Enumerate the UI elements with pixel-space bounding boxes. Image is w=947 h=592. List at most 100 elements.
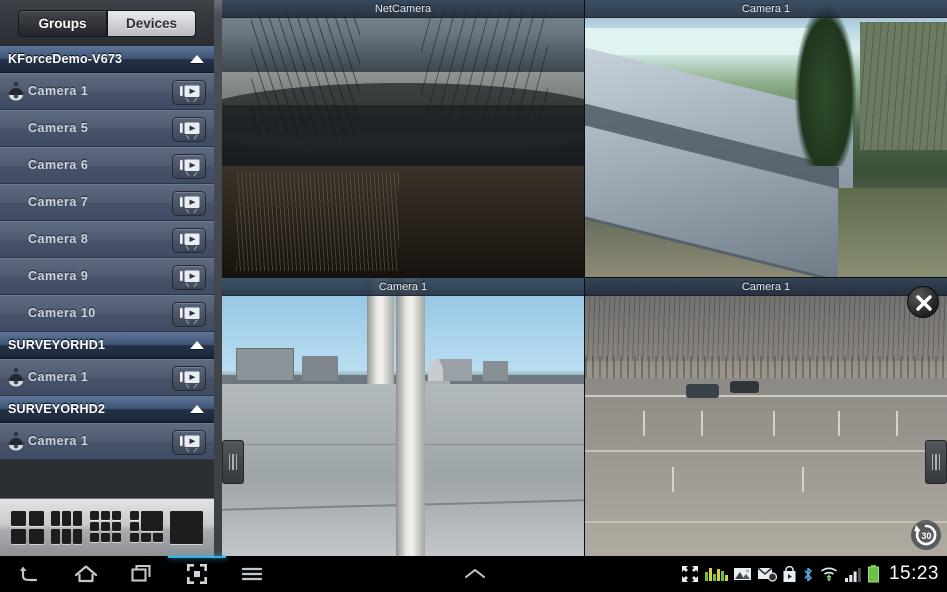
camera-play-button[interactable]: [172, 117, 206, 142]
layout-cell: [61, 511, 71, 526]
nav-menu-button[interactable]: [226, 556, 278, 592]
fullscreen-icon[interactable]: [680, 564, 700, 584]
screenshot-icon: [187, 564, 207, 584]
rewind-timer-badge[interactable]: 30: [911, 520, 941, 550]
layout-cell: [90, 522, 100, 531]
camera-play-button[interactable]: [172, 154, 206, 179]
camera-name-label: Camera 10: [28, 306, 96, 320]
layout-cell: [61, 529, 71, 544]
layout-cell: [90, 533, 100, 542]
layout-cell: [11, 511, 27, 526]
pane-title-2: Camera 1: [585, 0, 947, 18]
tab-groups[interactable]: Groups: [18, 9, 107, 37]
sidebar-tabbar: Groups Devices: [0, 0, 214, 46]
camera-list-item[interactable]: Camera 5: [0, 110, 214, 147]
camera-play-button[interactable]: [172, 430, 206, 455]
camera-play-button[interactable]: [172, 265, 206, 290]
camcorder-play-icon: [180, 159, 200, 177]
dome-camera-icon: [9, 368, 23, 387]
layout-cell: [169, 511, 203, 544]
camera-name-label: Camera 9: [28, 269, 89, 283]
camera-play-button[interactable]: [172, 80, 206, 105]
cellular-signal-icon[interactable]: [844, 566, 862, 583]
group-title: SURVEYORHD2: [8, 402, 106, 416]
equalizer-icon[interactable]: [704, 567, 728, 581]
status-icons-area[interactable]: 15:23: [680, 556, 943, 592]
video-pane-4[interactable]: Camera 1 30: [585, 278, 947, 556]
layout-cell: [112, 533, 122, 542]
group-header-1[interactable]: SURVEYORHD1: [0, 332, 214, 359]
wifi-icon[interactable]: [819, 565, 839, 583]
nav-back-button[interactable]: [4, 556, 56, 592]
video-pane-3[interactable]: Camera 1: [222, 278, 584, 556]
rewind-30-icon: 30: [914, 524, 937, 546]
collapse-caret-icon[interactable]: [190, 405, 204, 413]
layout-2x2-button[interactable]: [11, 511, 45, 544]
camera-name-label: Camera 1: [28, 370, 89, 384]
camcorder-play-icon: [180, 196, 200, 214]
layout-cell: [50, 511, 60, 526]
camera-list-item[interactable]: Camera 1: [0, 73, 214, 110]
layout-cell: [101, 511, 111, 520]
battery-icon[interactable]: [867, 564, 880, 584]
nav-screenshot-button[interactable]: [171, 556, 223, 592]
camera-list-item[interactable]: Camera 9: [0, 258, 214, 295]
camera-play-button[interactable]: [172, 366, 206, 391]
bluetooth-icon[interactable]: [802, 565, 814, 584]
layout-cell: [130, 511, 140, 520]
group-header-0[interactable]: KForceDemo-V673: [0, 46, 214, 73]
layout-cell: [112, 522, 122, 531]
layout-single-button[interactable]: [169, 511, 203, 544]
camcorder-play-icon: [180, 270, 200, 288]
layout-1plus5-button[interactable]: [130, 511, 164, 544]
pane-title-1: NetCamera: [222, 0, 584, 18]
camera-play-button[interactable]: [172, 302, 206, 327]
video-pane-1[interactable]: NetCamera: [222, 0, 584, 277]
collapse-caret-icon[interactable]: [190, 341, 204, 349]
camera-list-item[interactable]: Camera 7: [0, 184, 214, 221]
camcorder-play-icon: [180, 233, 200, 251]
android-system-bar: 15:23: [0, 556, 947, 592]
camcorder-play-icon: [180, 435, 200, 453]
nav-recents-button[interactable]: [116, 556, 168, 592]
group-header-2[interactable]: SURVEYORHD2: [0, 396, 214, 423]
camera-list-item[interactable]: Camera 8: [0, 221, 214, 258]
layout-2x3-button[interactable]: [50, 511, 84, 544]
layout-cell: [29, 529, 45, 544]
image-icon[interactable]: [733, 566, 752, 582]
play-store-icon[interactable]: [782, 565, 797, 583]
collapse-caret-icon[interactable]: [190, 55, 204, 63]
camera-name-label: Camera 1: [28, 84, 89, 98]
video-pane-2[interactable]: Camera 1: [585, 0, 947, 277]
menu-icon: [241, 567, 263, 581]
camcorder-play-icon: [180, 85, 200, 103]
camera-play-button[interactable]: [172, 191, 206, 216]
layout-toolbar: [0, 498, 214, 556]
email-icon[interactable]: [757, 566, 777, 582]
rewind-seconds-label: 30: [921, 531, 931, 541]
camera-list-item[interactable]: Camera 1: [0, 423, 214, 460]
right-drag-handle[interactable]: [925, 440, 947, 484]
layout-cell: [72, 529, 82, 544]
layout-cell: [153, 533, 164, 542]
pane-title-4: Camera 1: [585, 278, 947, 296]
camera-list-item[interactable]: Camera 6: [0, 147, 214, 184]
close-icon: [916, 295, 932, 311]
camera-play-button[interactable]: [172, 228, 206, 253]
close-button[interactable]: [907, 286, 939, 318]
tab-devices[interactable]: Devices: [107, 9, 196, 37]
layout-cell: [130, 533, 140, 542]
layout-3x3-button[interactable]: [90, 511, 123, 544]
layout-cell: [90, 511, 100, 520]
nav-home-button[interactable]: [60, 556, 112, 592]
camcorder-play-icon: [180, 307, 200, 325]
camera-group-list[interactable]: KForceDemo-V673 Camera 1 Camera 5 Camera 6 C…: [0, 46, 214, 498]
camera-list-item[interactable]: Camera 1: [0, 359, 214, 396]
left-drag-handle[interactable]: [222, 440, 244, 484]
camera-name-label: Camera 6: [28, 158, 89, 172]
layout-cell: [11, 529, 27, 544]
notification-chevron-button[interactable]: [455, 556, 495, 592]
layout-cell: [101, 533, 111, 542]
camcorder-play-icon: [180, 122, 200, 140]
camera-list-item[interactable]: Camera 10: [0, 295, 214, 332]
